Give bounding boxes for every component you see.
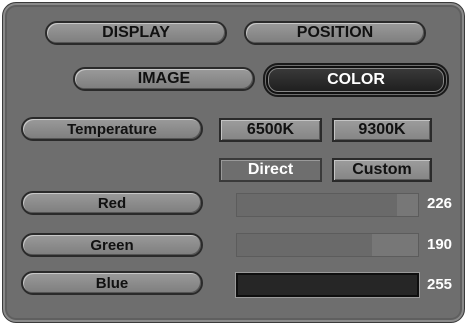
red-value: 226 bbox=[427, 195, 453, 212]
green-level-slider[interactable] bbox=[236, 233, 419, 257]
tab-display[interactable]: DISPLAY bbox=[45, 21, 227, 45]
blue-level-slider[interactable] bbox=[235, 272, 420, 298]
temperature-6500k-button[interactable]: 6500K bbox=[219, 118, 322, 142]
blue-value: 255 bbox=[427, 276, 453, 293]
osd-menu-panel: DISPLAY POSITION IMAGE COLOR Temperature… bbox=[2, 2, 465, 323]
green-label: Green bbox=[21, 233, 203, 257]
tab-color[interactable]: COLOR bbox=[263, 63, 449, 97]
green-level-fill bbox=[237, 234, 372, 256]
tab-image[interactable]: IMAGE bbox=[73, 67, 255, 91]
temperature-9300k-button[interactable]: 9300K bbox=[332, 118, 432, 142]
blue-label: Blue bbox=[21, 271, 203, 295]
temperature-label: Temperature bbox=[21, 117, 203, 141]
temperature-custom-button[interactable]: Custom bbox=[332, 158, 432, 182]
red-level-slider[interactable] bbox=[236, 193, 419, 217]
green-value: 190 bbox=[427, 236, 453, 253]
blue-level-fill bbox=[238, 275, 417, 295]
red-level-fill bbox=[237, 194, 398, 216]
temperature-direct-button[interactable]: Direct bbox=[219, 158, 322, 182]
red-label: Red bbox=[21, 191, 203, 215]
tab-position[interactable]: POSITION bbox=[244, 21, 426, 45]
